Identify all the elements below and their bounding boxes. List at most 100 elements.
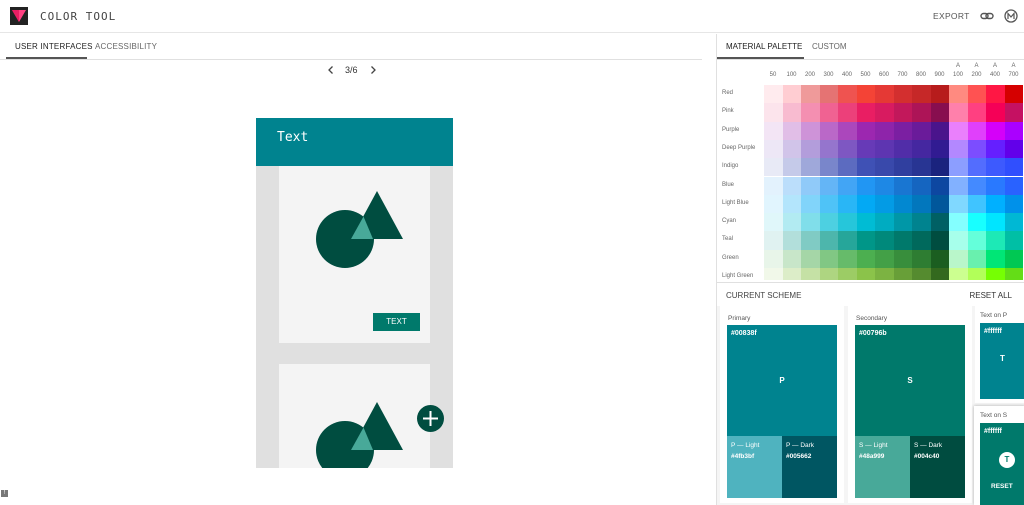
- palette-swatch[interactable]: [838, 194, 857, 214]
- palette-swatch[interactable]: [986, 158, 1005, 177]
- palette-swatch[interactable]: [801, 85, 820, 104]
- palette-swatch[interactable]: [764, 176, 783, 195]
- palette-swatch[interactable]: [949, 176, 968, 195]
- palette-swatch[interactable]: [967, 139, 986, 159]
- palette-swatch[interactable]: [930, 213, 949, 232]
- palette-swatch[interactable]: [764, 231, 783, 250]
- palette-swatch[interactable]: [893, 231, 912, 250]
- chevron-right-icon[interactable]: [368, 64, 378, 76]
- palette-swatch[interactable]: [875, 121, 894, 140]
- palette-swatch[interactable]: [782, 231, 801, 250]
- palette-swatch[interactable]: [930, 231, 949, 250]
- palette-swatch[interactable]: [819, 158, 838, 177]
- palette-swatch[interactable]: [967, 158, 986, 177]
- palette-swatch[interactable]: [764, 249, 783, 268]
- palette-swatch[interactable]: [838, 139, 857, 159]
- palette-swatch[interactable]: [893, 194, 912, 214]
- reset-button[interactable]: RESET: [991, 483, 1013, 490]
- palette-swatch[interactable]: [838, 231, 857, 250]
- palette-swatch[interactable]: [967, 249, 986, 268]
- palette-swatch[interactable]: [782, 213, 801, 232]
- palette-swatch[interactable]: [856, 213, 875, 232]
- palette-swatch[interactable]: [764, 103, 783, 122]
- tab-material-palette[interactable]: MATERIAL PALETTE: [726, 42, 802, 51]
- palette-swatch[interactable]: [838, 249, 857, 268]
- palette-swatch[interactable]: [930, 268, 949, 280]
- palette-swatch[interactable]: [967, 194, 986, 214]
- palette-swatch[interactable]: [801, 194, 820, 214]
- link-icon[interactable]: [980, 9, 994, 23]
- palette-swatch[interactable]: [967, 268, 986, 280]
- palette-swatch[interactable]: [801, 176, 820, 195]
- palette-swatch[interactable]: [819, 103, 838, 122]
- palette-swatch[interactable]: [875, 103, 894, 122]
- palette-swatch[interactable]: [967, 213, 986, 232]
- palette-swatch[interactable]: [856, 268, 875, 280]
- palette-swatch[interactable]: [1004, 121, 1023, 140]
- palette-swatch[interactable]: [856, 176, 875, 195]
- palette-swatch[interactable]: [801, 103, 820, 122]
- palette-swatch[interactable]: [856, 121, 875, 140]
- fab-add-button[interactable]: [417, 405, 444, 432]
- palette-swatch[interactable]: [949, 249, 968, 268]
- palette-swatch[interactable]: [764, 85, 783, 104]
- palette-swatch[interactable]: [912, 85, 931, 104]
- palette-swatch[interactable]: [782, 103, 801, 122]
- palette-swatch[interactable]: [764, 139, 783, 159]
- palette-swatch[interactable]: [912, 139, 931, 159]
- palette-swatch[interactable]: [801, 139, 820, 159]
- palette-swatch[interactable]: [856, 231, 875, 250]
- palette-swatch[interactable]: [801, 231, 820, 250]
- palette-swatch[interactable]: [986, 139, 1005, 159]
- material-logo-icon[interactable]: [1004, 9, 1018, 23]
- palette-swatch[interactable]: [782, 176, 801, 195]
- palette-swatch[interactable]: [782, 249, 801, 268]
- palette-swatch[interactable]: [967, 121, 986, 140]
- palette-swatch[interactable]: [930, 121, 949, 140]
- palette-swatch[interactable]: [893, 121, 912, 140]
- palette-swatch[interactable]: [1004, 213, 1023, 232]
- palette-swatch[interactable]: [1004, 103, 1023, 122]
- secondary-light-swatch[interactable]: S — Light #48a999: [855, 436, 910, 498]
- card-text-button[interactable]: TEXT: [373, 313, 420, 331]
- palette-swatch[interactable]: [893, 103, 912, 122]
- palette-swatch[interactable]: [912, 103, 931, 122]
- palette-swatch[interactable]: [1004, 194, 1023, 214]
- palette-swatch[interactable]: [1004, 268, 1023, 280]
- palette-swatch[interactable]: [967, 103, 986, 122]
- palette-swatch[interactable]: [949, 231, 968, 250]
- palette-swatch[interactable]: [782, 268, 801, 280]
- palette-swatch[interactable]: [912, 121, 931, 140]
- palette-swatch[interactable]: [930, 176, 949, 195]
- palette-swatch[interactable]: [930, 103, 949, 122]
- palette-swatch[interactable]: [986, 231, 1005, 250]
- palette-swatch[interactable]: [912, 231, 931, 250]
- secondary-swatch[interactable]: #00796b S: [855, 325, 965, 436]
- palette-swatch[interactable]: [949, 103, 968, 122]
- palette-swatch[interactable]: [912, 213, 931, 232]
- primary-dark-swatch[interactable]: P — Dark #005662: [782, 436, 837, 498]
- palette-swatch[interactable]: [930, 249, 949, 268]
- text-on-secondary-swatch[interactable]: #ffffff T RESET: [980, 423, 1024, 505]
- palette-swatch[interactable]: [949, 194, 968, 214]
- palette-swatch[interactable]: [912, 158, 931, 177]
- palette-swatch[interactable]: [782, 121, 801, 140]
- chevron-left-icon[interactable]: [326, 64, 336, 76]
- palette-swatch[interactable]: [949, 268, 968, 280]
- palette-swatch[interactable]: [819, 194, 838, 214]
- palette-swatch[interactable]: [875, 139, 894, 159]
- palette-swatch[interactable]: [764, 194, 783, 214]
- secondary-dark-swatch[interactable]: S — Dark #004c40: [910, 436, 965, 498]
- palette-swatch[interactable]: [893, 158, 912, 177]
- palette-swatch[interactable]: [893, 268, 912, 280]
- palette-swatch[interactable]: [838, 213, 857, 232]
- palette-swatch[interactable]: [838, 176, 857, 195]
- palette-swatch[interactable]: [967, 231, 986, 250]
- palette-swatch[interactable]: [856, 139, 875, 159]
- primary-light-swatch[interactable]: P — Light #4fb3bf: [727, 436, 782, 498]
- palette-swatch[interactable]: [930, 194, 949, 214]
- export-button[interactable]: EXPORT: [933, 11, 970, 21]
- palette-swatch[interactable]: [912, 176, 931, 195]
- palette-swatch[interactable]: [967, 176, 986, 195]
- palette-swatch[interactable]: [838, 121, 857, 140]
